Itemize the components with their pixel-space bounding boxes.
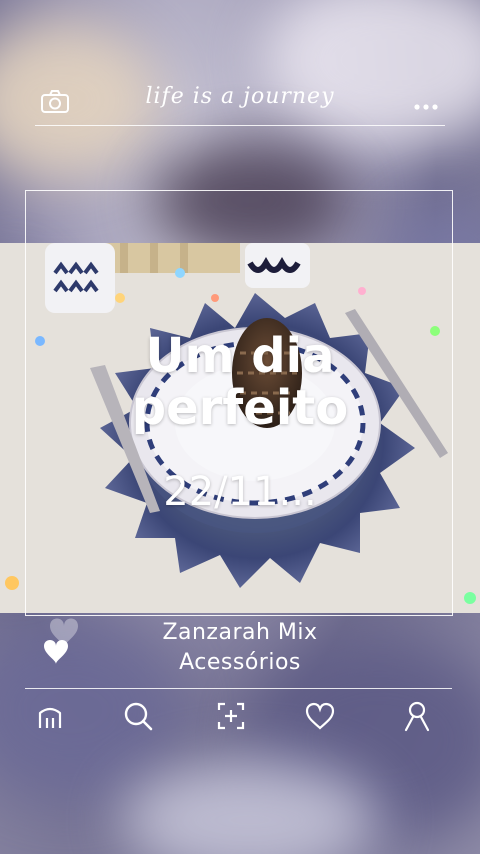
header-divider <box>35 125 445 126</box>
bottom-nav <box>0 696 480 740</box>
brand-title: life is a journey <box>145 84 335 109</box>
caption-line-1: Zanzarah Mix <box>162 620 318 645</box>
headline-line-1: Um dia <box>145 328 335 384</box>
top-bar: life is a journey <box>35 78 445 124</box>
headline: Um dia perfeito <box>0 330 480 434</box>
nav-divider <box>25 688 452 689</box>
add-icon[interactable] <box>211 696 251 736</box>
caption-line-2: Acessórios <box>179 650 301 675</box>
search-icon[interactable] <box>118 696 158 736</box>
headline-line-2: perfeito <box>131 380 349 436</box>
post-date: 22/11... <box>163 469 317 515</box>
home-icon[interactable] <box>30 696 70 736</box>
more-dots-icon[interactable] <box>413 96 439 115</box>
heart-icon[interactable] <box>300 696 340 736</box>
caption: Zanzarah Mix Acessórios <box>0 618 480 678</box>
profile-icon[interactable] <box>397 696 437 736</box>
